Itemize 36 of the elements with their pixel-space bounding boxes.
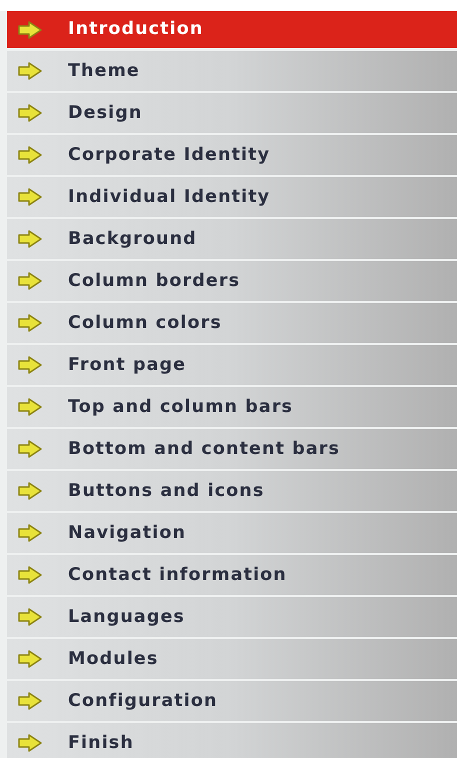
menu-item[interactable]: Corporate Identity	[7, 135, 457, 175]
arrow-icon	[18, 608, 42, 626]
menu-item[interactable]: Modules	[7, 639, 457, 679]
menu-item[interactable]: Column borders	[7, 261, 457, 301]
arrow-icon	[18, 272, 42, 290]
menu-item[interactable]: Front page	[7, 345, 457, 385]
arrow-icon	[18, 734, 42, 752]
arrow-icon	[18, 524, 42, 542]
menu-item[interactable]: Column colors	[7, 303, 457, 343]
arrow-icon	[18, 188, 42, 206]
arrow-icon	[18, 650, 42, 668]
arrow-icon	[18, 692, 42, 710]
arrow-icon	[18, 314, 42, 332]
arrow-icon	[18, 230, 42, 248]
menu-item[interactable]: Configuration	[7, 681, 457, 721]
arrow-icon	[18, 566, 42, 584]
arrow-icon	[18, 146, 42, 164]
menu-item[interactable]: Background	[7, 219, 457, 259]
menu-item[interactable]: Introduction	[7, 11, 457, 48]
arrow-icon	[18, 104, 42, 122]
menu-item[interactable]: Languages	[7, 597, 457, 637]
menu-item[interactable]: Navigation	[7, 513, 457, 553]
arrow-icon	[18, 482, 42, 500]
arrow-icon	[18, 398, 42, 416]
menu-item[interactable]: Design	[7, 93, 457, 133]
menu-item[interactable]: Individual Identity	[7, 177, 457, 217]
arrow-icon	[18, 440, 42, 458]
arrow-icon	[18, 20, 42, 38]
menu-item[interactable]: Finish	[7, 723, 457, 758]
menu-item[interactable]: Buttons and icons	[7, 471, 457, 511]
menu-item[interactable]: Theme	[7, 51, 457, 91]
menu-item[interactable]: Top and column bars	[7, 387, 457, 427]
arrow-icon	[18, 62, 42, 80]
menu-item[interactable]: Contact information	[7, 555, 457, 595]
arrow-icon	[18, 356, 42, 374]
menu-item[interactable]: Bottom and content bars	[7, 429, 457, 469]
